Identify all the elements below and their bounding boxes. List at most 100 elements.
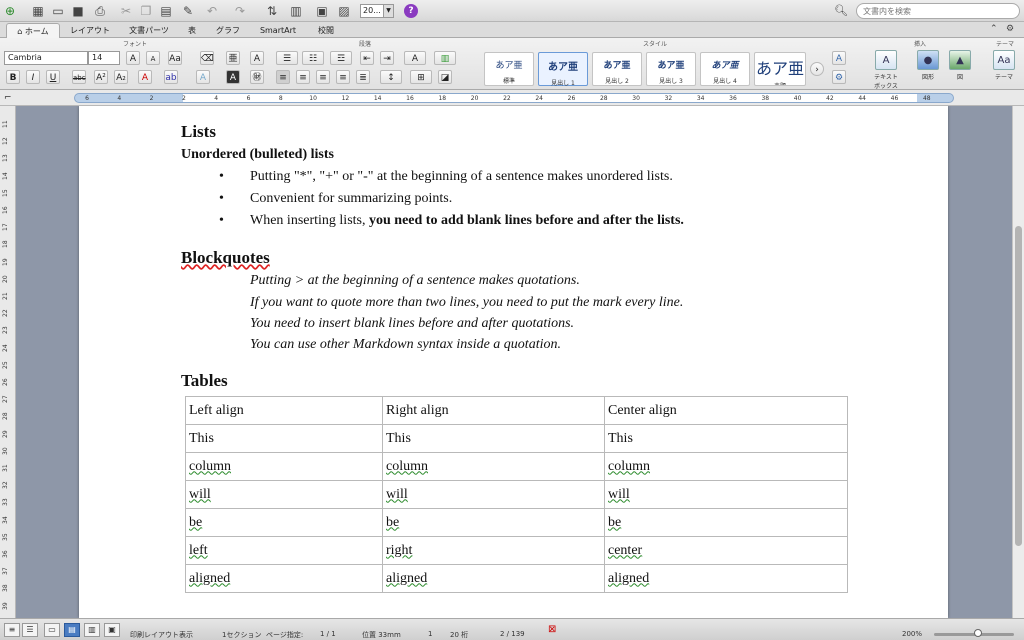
table-cell[interactable]: will [185,480,383,509]
enclose-characters-icon[interactable]: ㊖ [250,70,264,84]
format-painter-icon[interactable]: ✎ [180,3,196,19]
subscript-button[interactable]: A₂ [114,70,128,84]
notebook-view-button[interactable]: ▥ [84,623,100,637]
table-header-cell[interactable]: Left align [185,396,383,425]
style-heading-2[interactable]: あア亜 見出し 2 [592,52,642,86]
clear-format-icon[interactable]: ⌫ [200,51,214,65]
style-gallery-next-icon[interactable]: › [810,62,824,76]
underline-button[interactable]: U [46,70,60,84]
table-cell[interactable]: aligned [604,564,848,593]
increase-indent-icon[interactable]: ⇥ [380,51,394,65]
toolbox-icon[interactable]: ▣ [314,3,330,19]
draft-view-button[interactable]: ≡ [4,623,20,637]
style-normal[interactable]: あア亜 標準 [484,52,534,86]
table-cell[interactable]: left [185,536,383,565]
document-area[interactable]: Lists Unordered (bulleted) lists • Putti… [16,106,1012,618]
borders-icon[interactable]: ⊞ [410,70,432,84]
table-cell[interactable]: This [382,424,605,453]
gallery-icon[interactable]: ▦ [30,3,46,19]
cut-icon[interactable]: ✂ [118,3,134,19]
table-cell[interactable]: be [604,508,848,537]
collapse-ribbon-icon[interactable]: ⌃ [990,24,998,34]
shrink-font-icon[interactable]: A [146,51,160,65]
text-direction-icon[interactable]: A [404,51,426,65]
multilevel-list-icon[interactable]: ☲ [330,51,352,65]
style-heading-1[interactable]: あア亜 見出し 1 [538,52,588,87]
style-heading-4[interactable]: あア亜 見出し 4 [700,52,750,86]
open-icon[interactable]: ▭ [50,3,66,19]
text-effects-icon[interactable]: A [196,70,210,84]
columns-icon[interactable]: ▥ [434,51,456,65]
italic-button[interactable]: I [26,70,40,84]
highlight-icon[interactable]: ab [164,70,178,84]
phonetic-guide-icon[interactable]: 亜 [226,51,240,65]
justify-button[interactable]: ≡ [336,70,350,84]
document-page[interactable]: Lists Unordered (bulleted) lists • Putti… [79,106,948,618]
table-cell[interactable]: This [604,424,848,453]
print-icon[interactable]: ⎙ [92,3,108,19]
style-pane-icon[interactable]: ⚙ [832,70,846,84]
change-case-icon[interactable]: Aa [168,51,182,65]
proofing-icon[interactable]: ⊠ [548,624,556,635]
table-cell[interactable]: column [185,452,383,481]
vertical-scrollbar[interactable] [1012,106,1024,618]
align-left-button[interactable]: ≡ [276,70,290,84]
align-right-button[interactable]: ≡ [316,70,330,84]
vertical-ruler[interactable]: 11 12 13 14 15 16 17 18 19 20 21 22 23 24 25 26 27 28 29 30… [0,106,16,627]
character-shading-icon[interactable]: A [226,70,240,84]
numbering-icon[interactable]: ☷ [302,51,324,65]
search-icon[interactable]: 🔍︎ [834,3,854,19]
style-title[interactable]: あア亜表題 [754,52,806,86]
table-cell[interactable]: be [185,508,383,537]
new-document-icon[interactable]: ⊕ [2,3,18,19]
tab-selector-icon[interactable]: ⌐ [4,93,12,103]
shading-icon[interactable]: ◪ [438,70,452,84]
tab-home[interactable]: ⌂ ホーム [6,23,60,38]
table-header-cell[interactable]: Center align [604,396,848,425]
table-cell[interactable]: be [382,508,605,537]
font-size-select[interactable]: 14 [88,51,120,65]
decrease-indent-icon[interactable]: ⇤ [360,51,374,65]
font-color-icon[interactable]: A [138,70,152,84]
line-spacing-icon[interactable]: ↕ [380,70,402,84]
print-layout-view-button[interactable]: ▤ [64,623,80,637]
tab-review[interactable]: 校閲 [308,23,344,38]
table-cell[interactable]: aligned [185,564,383,593]
strikethrough-button[interactable]: abc [72,70,86,84]
tab-table[interactable]: 表 [180,23,204,38]
gear-icon[interactable]: ⚙ [1006,24,1014,34]
sidebar-icon[interactable]: ▥ [288,3,304,19]
zoom-slider-knob[interactable] [974,629,982,637]
bullets-icon[interactable]: ☰ [276,51,298,65]
copy-icon[interactable]: ❐ [138,3,154,19]
outline-view-button[interactable]: ☰ [22,623,38,637]
insert-textbox-button[interactable]: A テキスト ボックス [866,50,906,90]
tab-smartart[interactable]: SmartArt [252,23,304,38]
distribute-button[interactable]: ≣ [356,70,370,84]
table-cell[interactable]: center [604,536,848,565]
table-cell[interactable]: aligned [382,564,605,593]
chevron-down-icon[interactable]: ▼ [383,4,394,18]
grow-font-icon[interactable]: A [126,51,140,65]
help-icon[interactable]: ? [404,4,418,18]
superscript-button[interactable]: A² [94,70,108,84]
zoom-slider[interactable] [934,629,1014,637]
publishing-view-button[interactable]: ▭ [44,623,60,637]
paste-icon[interactable]: ▤ [158,3,174,19]
table-cell[interactable]: column [382,452,605,481]
table-cell[interactable]: will [604,480,848,509]
change-styles-icon[interactable]: A [832,51,846,65]
tab-document-parts[interactable]: 文書パーツ [120,23,178,38]
font-name-select[interactable]: Cambria [4,51,88,65]
style-heading-3[interactable]: あア亜 見出し 3 [646,52,696,86]
theme-button[interactable]: Aa テーマ [984,50,1024,88]
horizontal-ruler[interactable]: ⌐ 6 4 2 2 4 6 8 10 12 14 16 18 20 22 24 26 28 30 32 34 36 38 4… [0,90,1024,106]
redo-icon[interactable]: ↷ [232,3,248,19]
media-browser-icon[interactable]: ▨ [336,3,352,19]
tab-chart[interactable]: グラフ [208,23,248,38]
table-cell[interactable]: will [382,480,605,509]
table-cell[interactable]: This [185,424,383,453]
sort-icon[interactable]: ⇅ [264,3,280,19]
bold-button[interactable]: B [6,70,20,84]
focus-view-button[interactable]: ▣ [104,623,120,637]
